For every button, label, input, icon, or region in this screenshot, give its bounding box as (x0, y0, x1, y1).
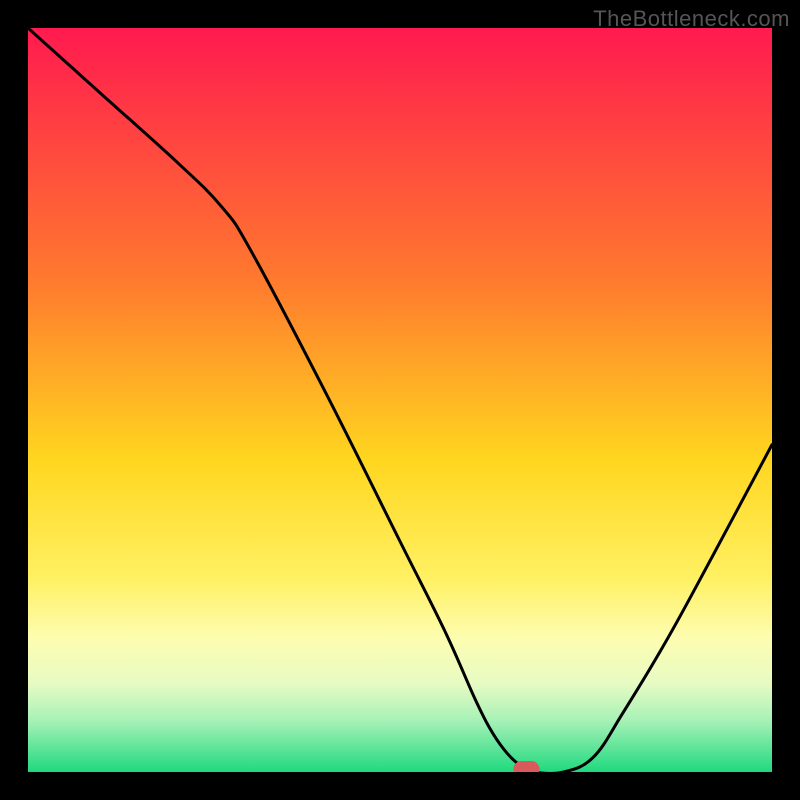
chart-svg (28, 28, 772, 772)
optimal-point-marker (513, 761, 539, 772)
chart-background (28, 28, 772, 772)
chart-plot (28, 28, 772, 772)
chart-frame: TheBottleneck.com (0, 0, 800, 800)
